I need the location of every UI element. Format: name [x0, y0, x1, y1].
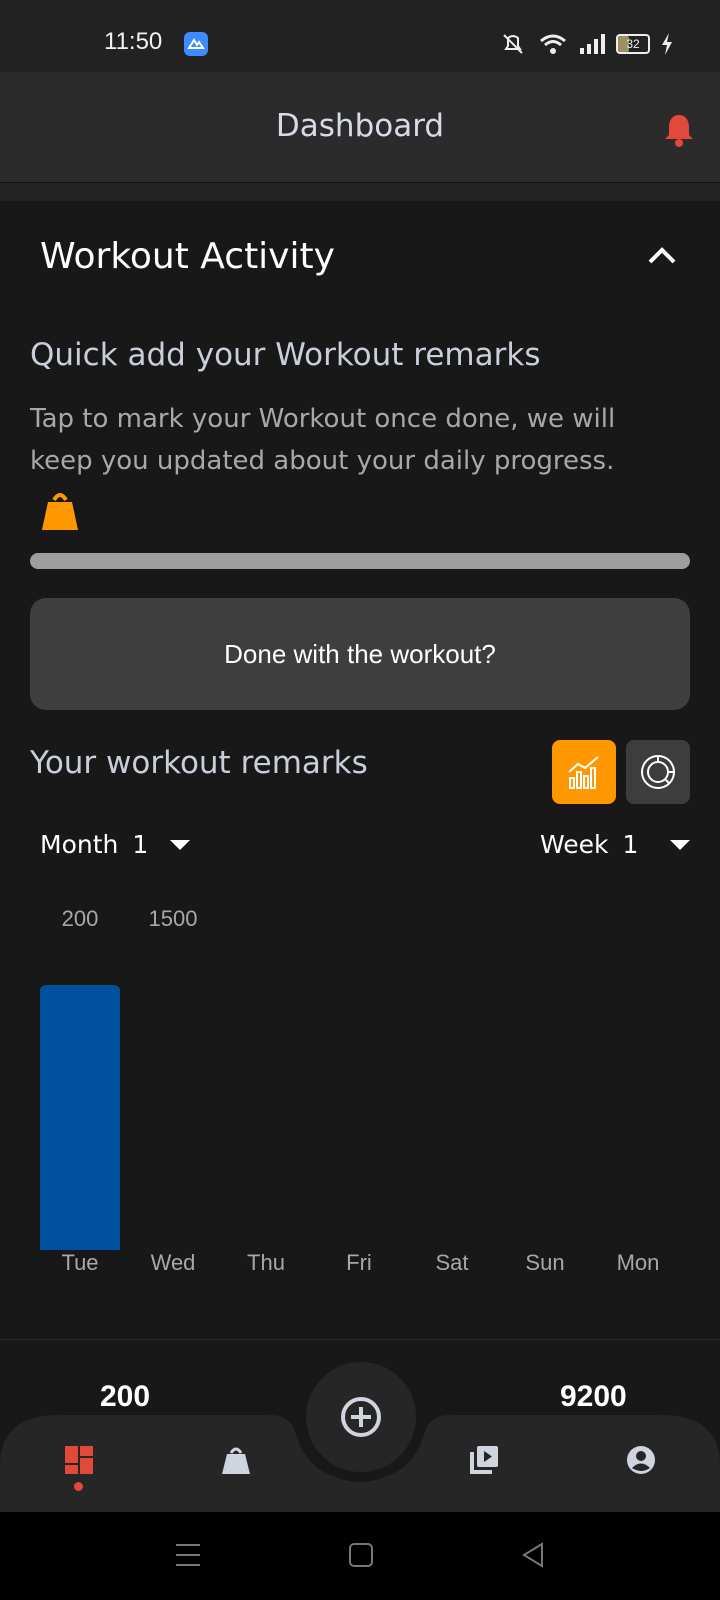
bar-chart-toggle[interactable]	[552, 740, 616, 804]
status-bar: 11:50 32	[0, 0, 720, 72]
dashboard-icon	[65, 1446, 93, 1474]
total-left-value: 200	[100, 1380, 151, 1413]
charging-icon	[662, 33, 672, 55]
battery-level: 32	[626, 37, 640, 51]
bar-value-label-tue: 200	[62, 906, 99, 931]
account-icon	[627, 1446, 655, 1474]
done-workout-button[interactable]: Done with the workout?	[30, 598, 690, 710]
wifi-icon	[540, 34, 566, 54]
total-right-value: 9200	[560, 1380, 627, 1413]
day-label-sat: Sat	[435, 1250, 468, 1275]
pie-chart-icon	[641, 755, 675, 789]
nav-dashboard[interactable]	[59, 1440, 99, 1480]
chevron-up-icon[interactable]	[646, 246, 678, 266]
signal-icon	[580, 34, 605, 54]
chart-bar-tue	[40, 985, 120, 1250]
nav-videos[interactable]	[464, 1440, 504, 1480]
nav-profile[interactable]	[621, 1440, 661, 1480]
status-time: 11:50	[104, 28, 163, 55]
weight-icon	[222, 1447, 250, 1474]
month-dropdown[interactable]: Month 1	[40, 830, 191, 859]
chevron-down-icon	[170, 839, 191, 850]
chart-divider	[0, 1339, 720, 1340]
pie-chart-toggle[interactable]	[626, 740, 690, 804]
app-notification-icon	[184, 32, 208, 56]
back-icon[interactable]	[520, 1542, 546, 1568]
day-label-wed: Wed	[151, 1250, 196, 1275]
day-label-thu: Thu	[247, 1250, 285, 1275]
section-title: Workout Activity	[40, 236, 335, 277]
mute-icon	[503, 34, 523, 54]
workout-bar-chart: 200 Tue 1500 Wed Thu Fri Sat Sun Mon	[40, 906, 660, 1275]
month-value: 1	[132, 830, 149, 859]
active-indicator	[74, 1482, 83, 1491]
status-icons: 32	[498, 30, 674, 58]
system-nav-bar	[0, 1512, 720, 1600]
header-divider	[0, 183, 720, 201]
notification-bell-icon[interactable]	[662, 112, 696, 148]
kettlebell-icon	[40, 490, 80, 532]
add-workout-button[interactable]	[306, 1362, 416, 1472]
remarks-title: Your workout remarks	[30, 745, 368, 781]
home-icon[interactable]	[348, 1542, 374, 1568]
week-dropdown[interactable]: Week 1	[540, 830, 691, 859]
chevron-down-icon	[670, 839, 691, 850]
workout-progress-bar	[30, 553, 690, 569]
quick-add-title: Quick add your Workout remarks	[30, 337, 541, 373]
day-label-sun: Sun	[525, 1250, 564, 1275]
week-label: Week	[540, 830, 609, 859]
add-circle-icon	[341, 1397, 381, 1437]
day-label-mon: Mon	[617, 1250, 660, 1275]
bar-chart-icon	[568, 756, 599, 789]
app-bar: Dashboard	[0, 72, 720, 183]
video-library-icon	[470, 1446, 498, 1474]
month-label: Month	[40, 830, 119, 859]
battery-icon: 32	[616, 34, 650, 54]
page-title: Dashboard	[275, 108, 445, 144]
bar-value-label-wed: 1500	[149, 906, 198, 931]
nav-workouts[interactable]	[216, 1440, 256, 1480]
day-label-fri: Fri	[346, 1250, 372, 1275]
quick-add-description: Tap to mark your Workout once done, we w…	[30, 404, 616, 476]
menu-icon[interactable]	[174, 1542, 202, 1568]
week-value: 1	[622, 830, 639, 859]
day-label-tue: Tue	[61, 1250, 98, 1275]
